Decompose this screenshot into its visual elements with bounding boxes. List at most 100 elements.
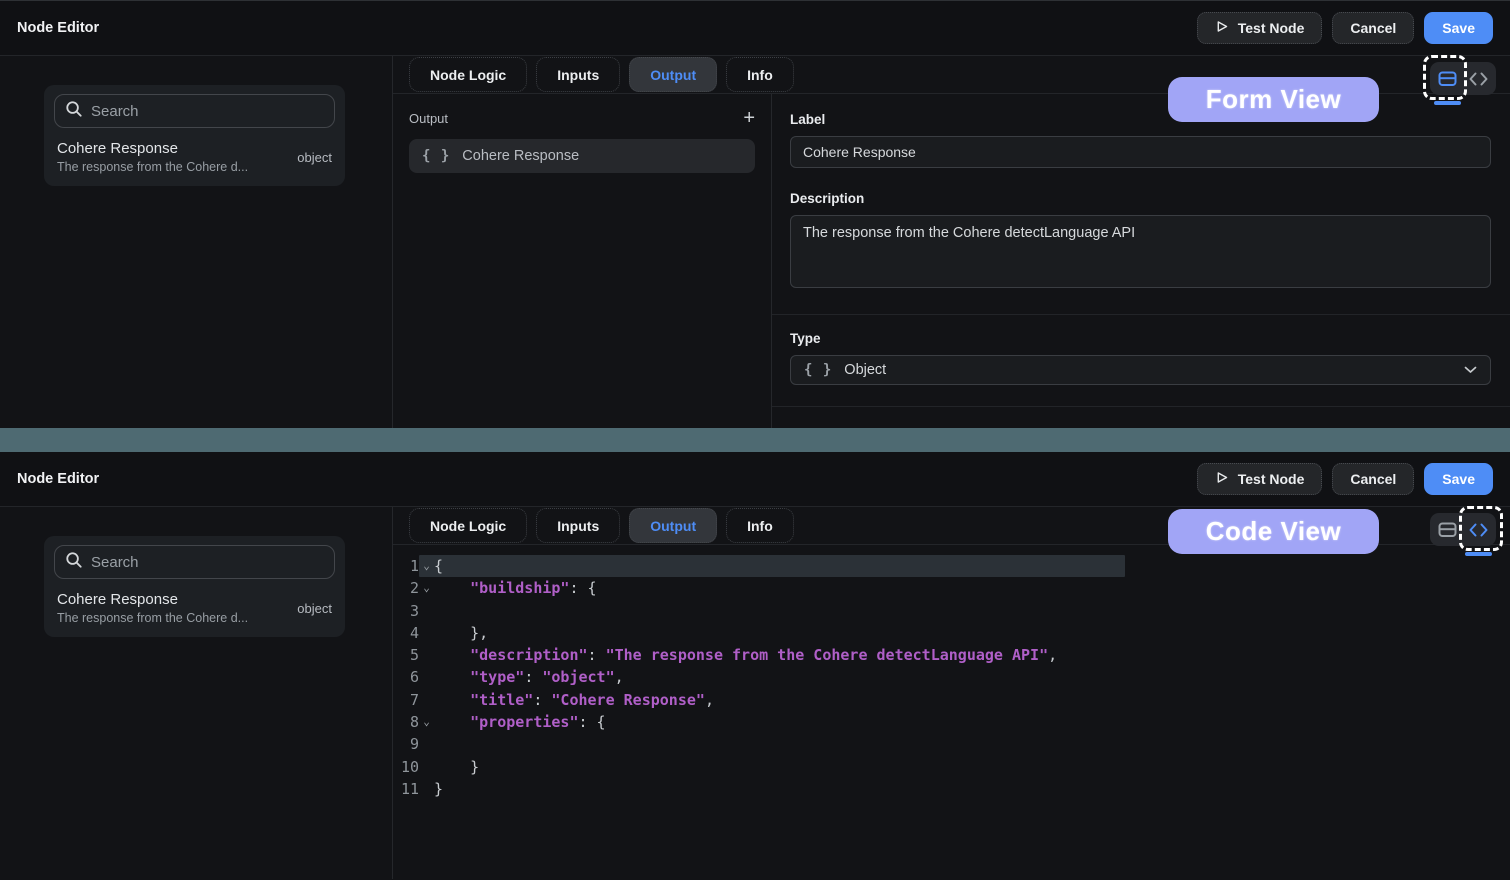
form-view-icon[interactable]: [1432, 515, 1463, 544]
search-box[interactable]: [54, 545, 335, 579]
tab-output[interactable]: Output: [629, 508, 717, 543]
node-search-card: Cohere Response The response from the Co…: [44, 85, 345, 186]
line-number: 5: [393, 644, 419, 666]
header: Node Editor Test Node Cancel Save: [0, 1, 1510, 56]
output-form-column: Label Description The response from the …: [772, 94, 1510, 428]
code-line[interactable]: 1⌄{: [393, 555, 1510, 577]
code-line[interactable]: 10 }: [393, 756, 1510, 778]
play-icon: [1215, 470, 1229, 488]
screenshot-separator: [0, 428, 1510, 452]
code-text: }: [434, 756, 479, 778]
output-item-cohere-response[interactable]: { } Cohere Response: [409, 139, 755, 173]
test-node-button[interactable]: Test Node: [1197, 463, 1323, 495]
header: Node Editor Test Node Cancel Save: [0, 452, 1510, 507]
tab-info[interactable]: Info: [726, 57, 794, 92]
tab-node-logic[interactable]: Node Logic: [409, 508, 527, 543]
output-heading: Output: [409, 111, 448, 126]
form-view-annotation-badge: Form View: [1168, 77, 1379, 122]
test-node-label: Test Node: [1238, 20, 1305, 36]
fold-spacer: [419, 689, 434, 711]
braces-icon: { }: [804, 362, 832, 378]
code-line[interactable]: 8⌄ "properties": {: [393, 711, 1510, 733]
active-view-underline: [1465, 552, 1492, 556]
line-number: 4: [393, 622, 419, 644]
line-number: 2: [393, 577, 419, 599]
search-icon: [65, 100, 83, 123]
code-line[interactable]: 6 "type": "object",: [393, 666, 1510, 688]
header-actions: Test Node Cancel Save: [1197, 12, 1493, 44]
code-text: "type": "object",: [434, 666, 624, 688]
code-editor[interactable]: 1⌄{2⌄ "buildship": {34 },5 "description"…: [393, 545, 1510, 879]
fold-chevron-icon[interactable]: ⌄: [419, 555, 434, 577]
fold-chevron-icon[interactable]: ⌄: [419, 577, 434, 599]
node-search-card: Cohere Response The response from the Co…: [44, 536, 345, 637]
code-view-icon[interactable]: [1463, 64, 1494, 93]
code-line[interactable]: 11}: [393, 778, 1510, 800]
fold-spacer: [419, 666, 434, 688]
save-button[interactable]: Save: [1424, 12, 1493, 44]
view-toggle: [1430, 62, 1496, 95]
nodes-sidebar: Cohere Response The response from the Co…: [0, 507, 393, 879]
cancel-button[interactable]: Cancel: [1332, 12, 1414, 44]
tab-output[interactable]: Output: [629, 57, 717, 92]
search-input[interactable]: [91, 554, 324, 571]
line-number: 3: [393, 600, 419, 622]
code-view-annotation-badge: Code View: [1168, 509, 1379, 554]
list-item-cohere-response[interactable]: Cohere Response The response from the Co…: [54, 140, 335, 174]
active-view-underline: [1434, 101, 1461, 105]
line-number: 11: [393, 778, 419, 800]
test-node-button[interactable]: Test Node: [1197, 12, 1323, 44]
line-number: 6: [393, 666, 419, 688]
divider: [772, 406, 1510, 407]
list-item-cohere-response[interactable]: Cohere Response The response from the Co…: [54, 591, 335, 625]
tab-inputs[interactable]: Inputs: [536, 508, 620, 543]
save-button[interactable]: Save: [1424, 463, 1493, 495]
editor-main: Node Logic Inputs Output Info 1⌄{2⌄ "bui…: [393, 507, 1510, 879]
label-input[interactable]: [790, 136, 1491, 168]
tab-node-logic[interactable]: Node Logic: [409, 57, 527, 92]
search-box[interactable]: [54, 94, 335, 128]
code-line[interactable]: 5 "description": "The response from the …: [393, 644, 1510, 666]
line-number: 7: [393, 689, 419, 711]
cancel-button[interactable]: Cancel: [1332, 463, 1414, 495]
description-field-label: Description: [790, 191, 1491, 206]
fold-spacer: [419, 622, 434, 644]
node-item-type-badge: object: [289, 601, 332, 616]
search-input[interactable]: [91, 103, 324, 120]
code-text: "properties": {: [434, 711, 606, 733]
braces-icon: { }: [422, 148, 450, 164]
code-line[interactable]: 7 "title": "Cohere Response",: [393, 689, 1510, 711]
node-editor-code-panel: Node Editor Test Node Cancel Save Cohere…: [0, 452, 1510, 880]
node-item-title: Cohere Response: [57, 591, 289, 608]
code-text: {: [434, 555, 443, 577]
type-field-label: Type: [790, 331, 1491, 346]
tab-inputs[interactable]: Inputs: [536, 57, 620, 92]
view-toggle: [1430, 513, 1496, 546]
form-view-icon[interactable]: [1432, 64, 1463, 93]
line-number: 1: [393, 555, 419, 577]
fold-chevron-icon[interactable]: ⌄: [419, 711, 434, 733]
fold-spacer: [419, 778, 434, 800]
code-text: }: [434, 778, 443, 800]
code-text: "description": "The response from the Co…: [434, 644, 1057, 666]
fold-spacer: [419, 733, 434, 755]
line-number: 9: [393, 733, 419, 755]
code-text: "title": "Cohere Response",: [434, 689, 714, 711]
code-line[interactable]: 9: [393, 733, 1510, 755]
code-line[interactable]: 4 },: [393, 622, 1510, 644]
line-number: 10: [393, 756, 419, 778]
search-icon: [65, 551, 83, 574]
tab-info[interactable]: Info: [726, 508, 794, 543]
description-textarea[interactable]: The response from the Cohere detectLangu…: [790, 215, 1491, 288]
output-item-label: Cohere Response: [462, 148, 579, 164]
node-item-type-badge: object: [289, 150, 332, 165]
nodes-sidebar: Cohere Response The response from the Co…: [0, 56, 393, 428]
add-output-icon[interactable]: +: [743, 110, 755, 126]
node-editor-form-panel: Node Editor Test Node Cancel Save Cohere…: [0, 0, 1510, 428]
type-select[interactable]: { } Object: [790, 355, 1491, 385]
code-line[interactable]: 2⌄ "buildship": {: [393, 577, 1510, 599]
type-select-value: Object: [844, 362, 1452, 378]
code-view-icon[interactable]: [1463, 515, 1494, 544]
code-line[interactable]: 3: [393, 600, 1510, 622]
node-item-description: The response from the Cohere d...: [57, 160, 289, 174]
